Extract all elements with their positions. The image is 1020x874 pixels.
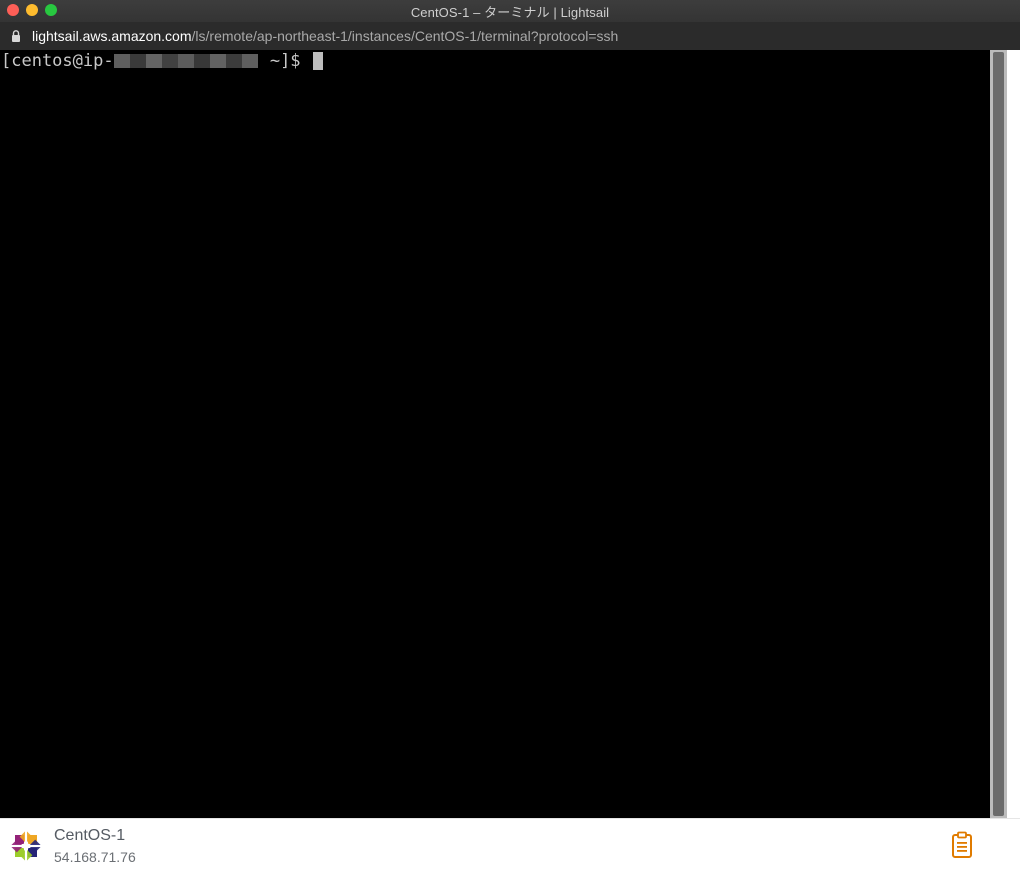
scrollbar-thumb[interactable] — [993, 52, 1004, 816]
right-edge — [1007, 50, 1020, 818]
prompt-path: ~]$ — [259, 51, 301, 71]
window-title: CentOS-1 – ターミナル | Lightsail — [410, 4, 610, 20]
url-host: lightsail.aws.amazon.com — [32, 28, 192, 44]
prompt-user-host: [centos@ip- — [1, 51, 114, 71]
close-window-button[interactable] — [7, 4, 19, 16]
browser-window: CentOS-1 – ターミナル | Lightsail lightsail.a… — [0, 0, 1020, 874]
url-bar[interactable]: lightsail.aws.amazon.com/ls/remote/ap-no… — [0, 22, 1020, 50]
prompt-line: [centos@ip- ~]$ — [1, 50, 323, 72]
title-bar: CentOS-1 – ターミナル | Lightsail — [0, 0, 1020, 22]
maximize-window-button[interactable] — [45, 4, 57, 16]
terminal-scrollbar[interactable] — [990, 50, 1007, 818]
lock-icon — [12, 30, 20, 42]
centos-logo-icon — [10, 830, 42, 862]
url-path: /ls/remote/ap-northeast-1/instances/Cent… — [191, 28, 619, 44]
window-controls — [7, 4, 57, 16]
terminal-screen[interactable]: [centos@ip- ~]$ — [0, 50, 990, 818]
redacted-hostname — [113, 54, 258, 68]
terminal-cursor — [312, 52, 323, 70]
instance-footer: CentOS-1 54.168.71.76 — [0, 818, 1020, 874]
instance-ip: 54.168.71.76 — [54, 849, 136, 865]
minimize-window-button[interactable] — [26, 4, 38, 16]
clipboard-icon[interactable] — [951, 831, 973, 859]
instance-name: CentOS-1 — [54, 827, 126, 844]
